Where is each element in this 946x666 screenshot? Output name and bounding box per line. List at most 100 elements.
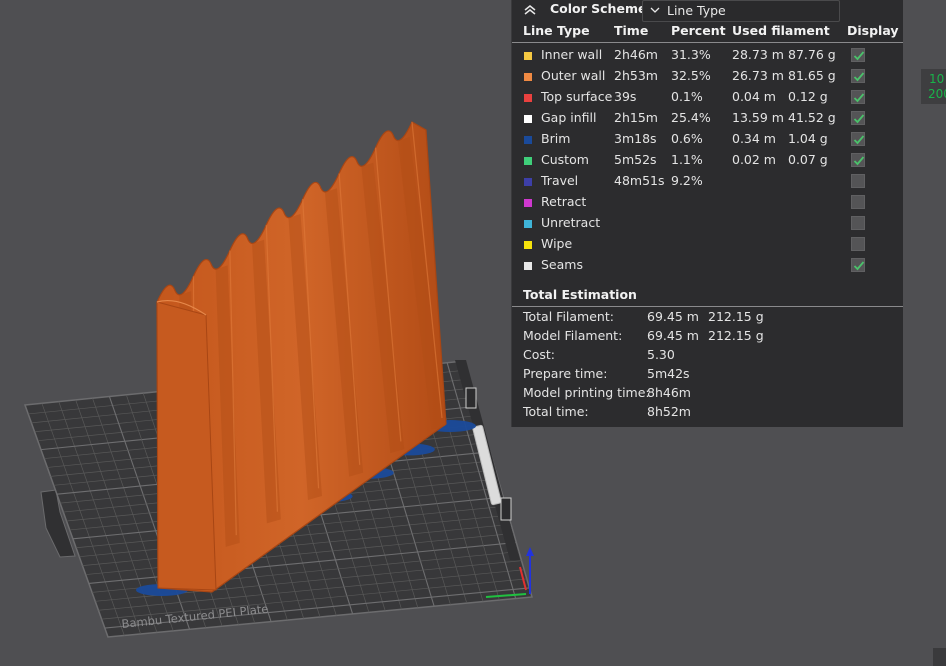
- display-checkbox[interactable]: [851, 111, 865, 125]
- time-value: 39s: [614, 89, 637, 104]
- checkmark-icon: [853, 72, 865, 82]
- color-scheme-select[interactable]: Line Type: [642, 0, 840, 22]
- line-type-row: Unretract: [512, 215, 903, 236]
- color-swatch: [524, 73, 532, 81]
- display-checkbox[interactable]: [851, 132, 865, 146]
- line-type-row: Inner wall 2h46m 31.3% 28.73 m 87.76 g: [512, 47, 903, 68]
- display-checkbox[interactable]: [851, 69, 865, 83]
- total-value: 8h46m: [647, 385, 691, 400]
- display-checkbox[interactable]: [851, 237, 865, 251]
- display-checkbox[interactable]: [851, 174, 865, 188]
- total-weight: 212.15 g: [708, 328, 764, 343]
- chevron-down-icon: [650, 7, 660, 13]
- line-type-label: Seams: [541, 257, 583, 272]
- display-checkbox[interactable]: [851, 48, 865, 62]
- line-type-row: Top surface 39s 0.1% 0.04 m 0.12 g: [512, 89, 903, 110]
- total-value: 8h52m: [647, 404, 691, 419]
- total-weight: 212.15 g: [708, 309, 764, 324]
- header-line-type: Line Type: [523, 23, 590, 38]
- total-row: Total time: 8h52m: [512, 404, 903, 423]
- line-type-row: Travel 48m51s 9.2%: [512, 173, 903, 194]
- color-swatch: [524, 52, 532, 60]
- layer-range-badge: 10 200: [921, 69, 946, 104]
- filament-length: 0.02 m: [732, 152, 776, 167]
- color-swatch: [524, 220, 532, 228]
- filament-weight: 0.12 g: [788, 89, 828, 104]
- line-type-row: Brim 3m18s 0.6% 0.34 m 1.04 g: [512, 131, 903, 152]
- color-swatch: [524, 178, 532, 186]
- line-type-label: Top surface: [541, 89, 613, 104]
- total-row: Model Filament: 69.45 m 212.15 g: [512, 328, 903, 347]
- line-type-row: Retract: [512, 194, 903, 215]
- time-value: 2h53m: [614, 68, 658, 83]
- total-divider: [512, 306, 903, 307]
- checkmark-icon: [853, 156, 865, 166]
- color-scheme-row: Color Scheme Line Type: [512, 0, 903, 24]
- filament-length: 26.73 m: [732, 68, 784, 83]
- color-swatch: [524, 157, 532, 165]
- percent-value: 0.6%: [671, 131, 703, 146]
- total-value: 5.30: [647, 347, 675, 362]
- percent-value: 31.3%: [671, 47, 711, 62]
- total-value: 5m42s: [647, 366, 690, 381]
- header-time: Time: [614, 23, 649, 38]
- total-row: Cost: 5.30: [512, 347, 903, 366]
- collapse-icon[interactable]: [522, 2, 538, 18]
- total-row: Model printing time: 8h46m: [512, 385, 903, 404]
- header-used-filament: Used filament: [732, 23, 830, 38]
- checkmark-icon: [853, 93, 865, 103]
- color-swatch: [524, 115, 532, 123]
- line-type-row: Outer wall 2h53m 32.5% 26.73 m 81.65 g: [512, 68, 903, 89]
- line-type-label: Travel: [541, 173, 579, 188]
- color-swatch: [524, 136, 532, 144]
- total-label: Total time:: [523, 404, 589, 419]
- header-divider: [512, 42, 903, 43]
- filament-weight: 87.76 g: [788, 47, 836, 62]
- time-value: 48m51s: [614, 173, 665, 188]
- checkmark-icon: [853, 135, 865, 145]
- line-type-label: Wipe: [541, 236, 573, 251]
- total-value: 69.45 m: [647, 328, 699, 343]
- time-value: 2h15m: [614, 110, 658, 125]
- checkmark-icon: [853, 114, 865, 124]
- checkmark-icon: [853, 261, 865, 271]
- percent-value: 1.1%: [671, 152, 703, 167]
- filament-length: 0.34 m: [732, 131, 776, 146]
- color-scheme-value: Line Type: [667, 3, 726, 18]
- total-value: 69.45 m: [647, 309, 699, 324]
- filament-weight: 41.52 g: [788, 110, 836, 125]
- total-label: Model Filament:: [523, 328, 623, 343]
- total-row: Total Filament: 69.45 m 212.15 g: [512, 309, 903, 328]
- percent-value: 32.5%: [671, 68, 711, 83]
- line-type-label: Brim: [541, 131, 571, 146]
- color-swatch: [524, 241, 532, 249]
- total-row: Prepare time: 5m42s: [512, 366, 903, 385]
- filament-weight: 81.65 g: [788, 68, 836, 83]
- filament-length: 13.59 m: [732, 110, 784, 125]
- header-display: Display: [847, 23, 899, 38]
- display-checkbox[interactable]: [851, 90, 865, 104]
- filament-weight: 1.04 g: [788, 131, 828, 146]
- display-checkbox[interactable]: [851, 195, 865, 209]
- display-checkbox[interactable]: [851, 153, 865, 167]
- display-checkbox[interactable]: [851, 216, 865, 230]
- filament-length: 28.73 m: [732, 47, 784, 62]
- slider-handle[interactable]: [933, 648, 946, 666]
- color-swatch: [524, 94, 532, 102]
- color-swatch: [524, 199, 532, 207]
- line-type-label: Gap infill: [541, 110, 597, 125]
- total-estimation-title: Total Estimation: [523, 287, 637, 302]
- filament-weight: 0.07 g: [788, 152, 828, 167]
- percent-value: 25.4%: [671, 110, 711, 125]
- total-label: Cost:: [523, 347, 556, 362]
- display-checkbox[interactable]: [851, 258, 865, 272]
- filament-length: 0.04 m: [732, 89, 776, 104]
- percent-value: 9.2%: [671, 173, 703, 188]
- line-type-row: Gap infill 2h15m 25.4% 13.59 m 41.52 g: [512, 110, 903, 131]
- total-label: Total Filament:: [523, 309, 614, 324]
- layer-value-top: 10: [929, 72, 945, 86]
- line-type-label: Inner wall: [541, 47, 603, 62]
- percent-value: 0.1%: [671, 89, 703, 104]
- time-value: 3m18s: [614, 131, 657, 146]
- model-end-face: [156, 301, 217, 591]
